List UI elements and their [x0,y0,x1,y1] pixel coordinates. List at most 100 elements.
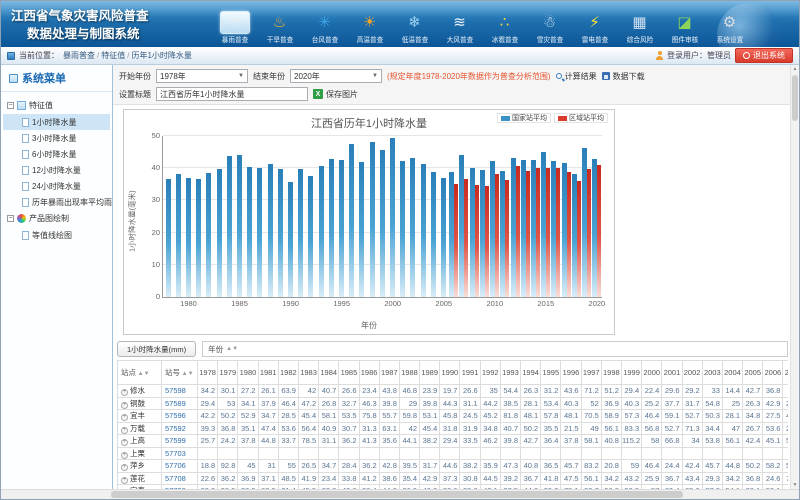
tree-item[interactable]: 1小时降水量 [3,114,110,130]
toolbar-item-settings[interactable]: ⚙系统设置 [708,11,751,45]
data-download-button[interactable]: 数据下载 [602,71,645,82]
expand-icon[interactable]: + [121,452,128,459]
header-year-2000[interactable]: 2000 [642,361,662,385]
toolbar-item-lightning[interactable]: ⚡雷电普查 [573,11,616,45]
scroll-down-icon[interactable]: ▼ [791,482,799,488]
header-station-id[interactable]: 站号 ▲▼ [162,361,198,385]
vertical-scrollbar[interactable]: ▲ ▼ [790,65,799,489]
collapse-icon[interactable]: − [7,215,14,222]
toolbar-item-map-review[interactable]: ◪图件审核 [663,11,706,45]
header-year-2004[interactable]: 2004 [722,361,742,385]
header-year-1989[interactable]: 1989 [420,361,440,385]
toolbar-item-snow-disaster[interactable]: ☃雪灾普查 [528,11,571,45]
header-year-2005[interactable]: 2005 [743,361,763,385]
value-cell: 24.5 [460,410,480,423]
header-year-1994[interactable]: 1994 [521,361,541,385]
expand-icon[interactable]: + [121,389,128,396]
toolbar-item-high-temp[interactable]: ☀高温普查 [348,11,391,45]
value-cell: 45.8 [440,410,460,423]
value-cell: 19.7 [440,385,460,398]
station-id-link[interactable]: 57599 [162,435,198,448]
expand-icon[interactable]: + [121,464,128,471]
breadcrumb-item[interactable]: 特征值 [101,51,125,60]
expand-icon[interactable]: + [121,414,128,421]
station-id-link[interactable]: 57589 [162,397,198,410]
header-year-2001[interactable]: 2001 [662,361,682,385]
header-year-1992[interactable]: 1992 [480,361,500,385]
expand-icon[interactable]: + [121,427,128,434]
value-type-button[interactable]: 1小时降水量(mm) [117,341,196,357]
toolbar-item-drought[interactable]: ♨干旱普查 [258,11,301,45]
header-year-1991[interactable]: 1991 [460,361,480,385]
tree-item[interactable]: 3小时降水量 [3,130,110,146]
header-year-1997[interactable]: 1997 [581,361,601,385]
expand-icon[interactable]: + [121,439,128,446]
header-year-1993[interactable]: 1993 [500,361,520,385]
toolbar-item-hail[interactable]: ∴冰雹普查 [483,11,526,45]
vertical-scrollbar-thumb[interactable] [792,75,798,121]
header-year-1990[interactable]: 1990 [440,361,460,385]
value-cell: 56.1 [722,435,742,448]
header-year-1988[interactable]: 1988 [399,361,419,385]
scroll-up-icon[interactable]: ▲ [791,66,799,72]
logout-button[interactable]: 退出系统 [735,48,793,63]
station-id-link[interactable]: 57596 [162,410,198,423]
station-id-link[interactable]: 57592 [162,422,198,435]
tree-item[interactable]: 6小时降水量 [3,146,110,162]
station-id-link[interactable]: 57598 [162,385,198,398]
header-year-1981[interactable]: 1981 [258,361,278,385]
tree-item[interactable]: 24小时降水量 [3,178,110,194]
end-year-select[interactable]: 2020年 ▼ [290,69,382,83]
toolbar-item-label: 综合风险 [626,35,653,45]
tree-item[interactable]: 等值线绘图 [3,227,110,243]
header-year-2002[interactable]: 2002 [682,361,702,385]
header-year-2006[interactable]: 2006 [763,361,783,385]
tree-group-header[interactable]: −特征值 [3,97,110,114]
start-year-select[interactable]: 1978年 ▼ [156,69,248,83]
year-group-header[interactable]: 年份 ▲▼ [202,341,788,357]
header-year-2007[interactable]: 2007 [783,361,788,385]
horizontal-scrollbar-thumb[interactable] [111,491,683,498]
drought-icon: ♨ [265,11,295,34]
header-year-1985[interactable]: 1985 [339,361,359,385]
header-year-1999[interactable]: 1999 [621,361,641,385]
bar-national-2004 [431,172,436,297]
header-year-1983[interactable]: 1983 [298,361,318,385]
value-cell: 58.1 [581,435,601,448]
header-year-1996[interactable]: 1996 [561,361,581,385]
header-year-1978[interactable]: 1978 [198,361,218,385]
header-year-1995[interactable]: 1995 [541,361,561,385]
breadcrumb-item[interactable]: 历年1小时降水量 [131,51,191,60]
tree-item[interactable]: 历年暴雨出现率平均雨量 [3,194,110,210]
collapse-icon[interactable]: − [7,102,14,109]
header-year-1984[interactable]: 1984 [319,361,339,385]
header-year-1998[interactable]: 1998 [601,361,621,385]
station-id-link[interactable]: 57706 [162,460,198,473]
station-id-link[interactable]: 57703 [162,447,198,460]
expand-icon[interactable]: + [121,402,128,409]
header-year-2003[interactable]: 2003 [702,361,722,385]
tree-group-header[interactable]: −产品图绘制 [3,210,110,227]
tree-item[interactable]: 12小时降水量 [3,162,110,178]
save-image-button[interactable]: X 保存图片 [313,89,358,100]
horizontal-scrollbar[interactable] [1,489,799,499]
station-id-link[interactable]: 57708 [162,472,198,485]
header-year-1982[interactable]: 1982 [278,361,298,385]
value-cell: 20.8 [601,460,621,473]
toolbar-item-composite-risk[interactable]: ▦综合风险 [618,11,661,45]
toolbar-item-low-temp[interactable]: ❄低温普查 [393,11,436,45]
bar-national-2000 [390,138,395,297]
toolbar-item-rainstorm[interactable]: ☔暴雨普查 [213,11,256,45]
toolbar-item-typhoon[interactable]: ✳台风普查 [303,11,346,45]
header-year-1986[interactable]: 1986 [359,361,379,385]
toolbar-item-gale[interactable]: ≋大风普查 [438,11,481,45]
expand-icon[interactable]: + [121,477,128,484]
calc-result-button[interactable]: 计算结果 [556,71,597,82]
chart-title-input[interactable] [156,87,308,101]
header-station[interactable]: 站点 ▲▼ [118,361,162,385]
breadcrumb-item[interactable]: 暴雨普查 [63,51,95,60]
header-year-1979[interactable]: 1979 [218,361,238,385]
header-year-1980[interactable]: 1980 [238,361,258,385]
header-year-1987[interactable]: 1987 [379,361,399,385]
value-cell: 36.2 [218,472,238,485]
